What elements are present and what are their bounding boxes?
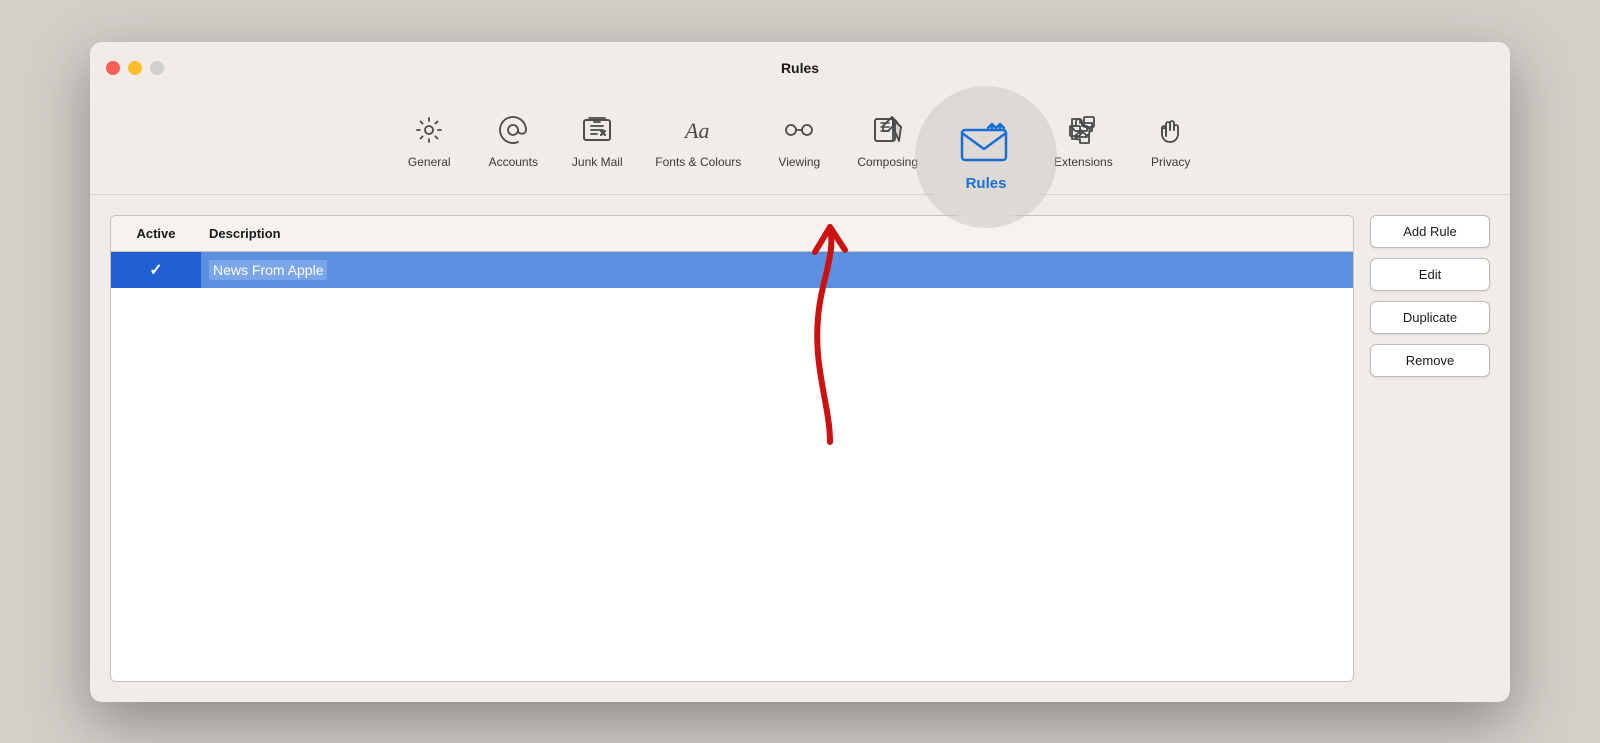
minimize-button[interactable]: [128, 61, 142, 75]
toolbar: General Accounts: [90, 94, 1510, 195]
content-area: Active Description ✓ News From Apple Add…: [90, 195, 1510, 702]
title-bar: Rules: [90, 42, 1510, 94]
viewing-icon: [783, 114, 815, 151]
remove-button[interactable]: Remove: [1370, 344, 1490, 377]
window-controls: [106, 61, 164, 75]
row-description-text: News From Apple: [209, 260, 327, 280]
main-window: Rules General Accounts: [90, 42, 1510, 702]
add-rule-button[interactable]: Add Rule: [1370, 215, 1490, 248]
extensions-label: Extensions: [1054, 155, 1113, 169]
toolbar-item-privacy[interactable]: Privacy: [1131, 106, 1211, 177]
gear-icon: [413, 114, 445, 151]
column-active: Active: [111, 222, 201, 245]
row-active-checkmark: ✓: [111, 260, 201, 280]
at-icon: [497, 114, 529, 151]
column-description: Description: [201, 222, 1353, 245]
extensions-icon: [1067, 114, 1099, 151]
privacy-icon: [1155, 114, 1187, 151]
junk-mail-label: Junk Mail: [572, 155, 623, 169]
table-header: Active Description: [111, 216, 1353, 252]
toolbar-item-general[interactable]: General: [389, 106, 469, 177]
maximize-button[interactable]: [150, 61, 164, 75]
viewing-label: Viewing: [778, 155, 820, 169]
window-title: Rules: [781, 60, 819, 76]
rules-table: Active Description ✓ News From Apple: [110, 215, 1354, 682]
fonts-icon: Aa: [680, 114, 716, 151]
side-buttons: Add Rule Edit Duplicate Remove: [1370, 215, 1490, 682]
table-row[interactable]: ✓ News From Apple: [111, 252, 1353, 288]
toolbar-item-accounts[interactable]: Accounts: [473, 106, 553, 177]
toolbar-item-extensions[interactable]: Extensions: [1040, 106, 1127, 177]
duplicate-button[interactable]: Duplicate: [1370, 301, 1490, 334]
fonts-colours-label: Fonts & Colours: [655, 155, 741, 169]
toolbar-item-composing[interactable]: Composing: [843, 106, 932, 177]
toolbar-item-fonts-colours[interactable]: Aa Fonts & Colours: [641, 106, 755, 177]
row-description: News From Apple: [201, 252, 1353, 288]
rules-icon: [960, 122, 1012, 171]
toolbar-item-viewing[interactable]: Viewing: [759, 106, 839, 177]
svg-text:Aa: Aa: [683, 118, 709, 143]
accounts-label: Accounts: [489, 155, 538, 169]
junk-mail-icon: [581, 114, 613, 151]
general-label: General: [408, 155, 451, 169]
composing-icon: [872, 114, 904, 151]
close-button[interactable]: [106, 61, 120, 75]
privacy-label: Privacy: [1151, 155, 1190, 169]
toolbar-item-junk-mail[interactable]: Junk Mail: [557, 106, 637, 177]
rules-label: Rules: [966, 175, 1007, 192]
toolbar-item-rules-wrapper: Rules: [936, 102, 1036, 182]
composing-label: Composing: [857, 155, 918, 169]
edit-button[interactable]: Edit: [1370, 258, 1490, 291]
rules-circle-highlight: Rules: [921, 92, 1051, 222]
